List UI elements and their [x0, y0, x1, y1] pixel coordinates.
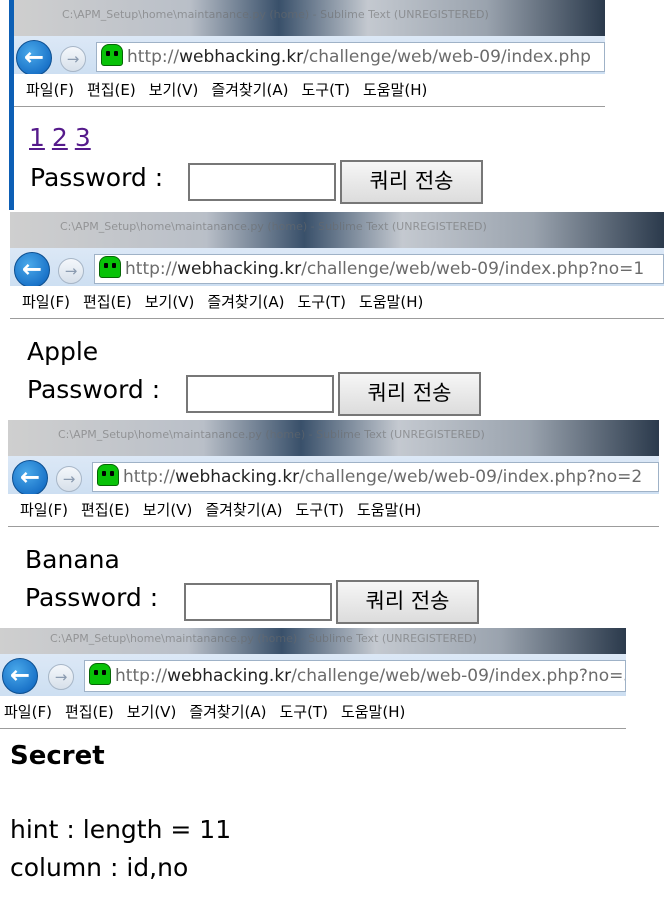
menu-help[interactable]: 도움말(H): [359, 293, 423, 311]
forward-button[interactable]: →: [60, 46, 86, 72]
window-titlebar: C:\APM_Setup\home\maintanance.py (home) …: [0, 628, 626, 654]
hint-text: hint : length = 11: [10, 815, 232, 844]
submit-button[interactable]: 쿼리 전송: [336, 580, 479, 624]
menu-favorites[interactable]: 즐겨찾기(A): [211, 81, 288, 99]
window-title: C:\APM_Setup\home\maintanance.py (home) …: [58, 428, 485, 441]
page-content: 123 Password : 쿼리 전송: [12, 107, 605, 210]
window-title: C:\APM_Setup\home\maintanance.py (home) …: [50, 632, 477, 645]
favicon-icon: [99, 256, 121, 278]
back-button[interactable]: ←: [16, 40, 52, 76]
menu-edit[interactable]: 편집(E): [81, 501, 130, 519]
password-input[interactable]: [184, 583, 332, 621]
window-titlebar: C:\APM_Setup\home\maintanance.py (home) …: [8, 420, 659, 456]
menu-bar: 파일(F) 편집(E) 보기(V) 즐겨찾기(A) 도구(T) 도움말(H): [12, 74, 605, 107]
menu-help[interactable]: 도움말(H): [363, 81, 427, 99]
address-row: ← → http://webhacking.kr/challenge/web/w…: [12, 36, 605, 76]
menu-favorites[interactable]: 즐겨찾기(A): [207, 293, 284, 311]
menu-help[interactable]: 도움말(H): [341, 703, 405, 721]
address-row: ← → http://webhacking.kr/challenge/web/w…: [8, 456, 659, 496]
menu-tools[interactable]: 도구(T): [297, 293, 345, 311]
forward-button[interactable]: →: [48, 664, 74, 690]
menu-view[interactable]: 보기(V): [145, 293, 195, 311]
menu-bar: 파일(F) 편집(E) 보기(V) 즐겨찾기(A) 도구(T) 도움말(H): [0, 696, 626, 729]
menu-view[interactable]: 보기(V): [127, 703, 177, 721]
window-titlebar: C:\APM_Setup\home\maintanance.py (home) …: [10, 212, 664, 248]
menu-tools[interactable]: 도구(T): [295, 501, 343, 519]
item-name: Apple: [27, 337, 99, 366]
page-content: Banana Password : 쿼리 전송: [8, 527, 659, 628]
menu-tools[interactable]: 도구(T): [279, 703, 327, 721]
link-1[interactable]: 1: [29, 123, 45, 152]
password-input[interactable]: [186, 375, 334, 413]
back-button[interactable]: ←: [2, 658, 38, 694]
item-name: Banana: [25, 545, 120, 574]
menu-file[interactable]: 파일(F): [20, 501, 68, 519]
menu-tools[interactable]: 도구(T): [301, 81, 349, 99]
link-3[interactable]: 3: [75, 123, 91, 152]
column-text: column : id,no: [10, 853, 189, 882]
menu-file[interactable]: 파일(F): [22, 293, 70, 311]
browser-window-2: C:\APM_Setup\home\maintanance.py (home) …: [10, 212, 664, 418]
menu-edit[interactable]: 편집(E): [83, 293, 132, 311]
favicon-icon: [97, 464, 119, 486]
password-label: Password :: [25, 583, 159, 612]
menu-bar: 파일(F) 편집(E) 보기(V) 즐겨찾기(A) 도구(T) 도움말(H): [8, 494, 659, 527]
link-2[interactable]: 2: [52, 123, 68, 152]
forward-button[interactable]: →: [56, 466, 82, 492]
menu-file[interactable]: 파일(F): [26, 81, 74, 99]
address-bar[interactable]: http://webhacking.kr/challenge/web/web-0…: [94, 254, 664, 284]
window-title: C:\APM_Setup\home\maintanance.py (home) …: [60, 220, 487, 233]
password-label: Password :: [30, 163, 164, 192]
menu-edit[interactable]: 편집(E): [65, 703, 114, 721]
page-links: 123: [29, 123, 98, 152]
forward-button[interactable]: →: [58, 258, 84, 284]
password-label: Password :: [27, 375, 161, 404]
address-row: ← → http://webhacking.kr/challenge/web/w…: [0, 654, 626, 696]
menu-bar: 파일(F) 편집(E) 보기(V) 즐겨찾기(A) 도구(T) 도움말(H): [10, 286, 664, 319]
secret-title: Secret: [10, 741, 105, 771]
page-content: Secret hint : length = 11 column : id,no: [0, 729, 626, 910]
submit-button[interactable]: 쿼리 전송: [338, 372, 481, 416]
menu-favorites[interactable]: 즐겨찾기(A): [205, 501, 282, 519]
address-bar[interactable]: http://webhacking.kr/challenge/web/web-0…: [96, 42, 605, 72]
address-bar[interactable]: http://webhacking.kr/challenge/web/web-0…: [92, 462, 659, 492]
submit-button[interactable]: 쿼리 전송: [340, 160, 483, 204]
address-row: ← → http://webhacking.kr/challenge/web/w…: [10, 248, 664, 288]
menu-help[interactable]: 도움말(H): [357, 501, 421, 519]
browser-window-1: C:\APM_Setup\home\maintanance.py (home) …: [12, 0, 605, 210]
window-edge: [9, 0, 14, 210]
window-title: C:\APM_Setup\home\maintanance.py (home) …: [62, 8, 489, 21]
page-content: Apple Password : 쿼리 전송: [10, 319, 664, 418]
browser-window-3: C:\APM_Setup\home\maintanance.py (home) …: [8, 420, 659, 628]
window-titlebar: C:\APM_Setup\home\maintanance.py (home) …: [12, 0, 605, 36]
favicon-icon: [89, 663, 111, 685]
menu-view[interactable]: 보기(V): [149, 81, 199, 99]
favicon-icon: [101, 44, 123, 66]
address-bar[interactable]: http://webhacking.kr/challenge/web/web-0…: [84, 660, 626, 692]
menu-view[interactable]: 보기(V): [143, 501, 193, 519]
menu-file[interactable]: 파일(F): [4, 703, 52, 721]
menu-favorites[interactable]: 즐겨찾기(A): [189, 703, 266, 721]
password-input[interactable]: [188, 163, 336, 201]
browser-window-4: C:\APM_Setup\home\maintanance.py (home) …: [0, 628, 626, 910]
back-button[interactable]: ←: [12, 460, 48, 496]
back-button[interactable]: ←: [14, 252, 50, 288]
menu-edit[interactable]: 편집(E): [87, 81, 136, 99]
